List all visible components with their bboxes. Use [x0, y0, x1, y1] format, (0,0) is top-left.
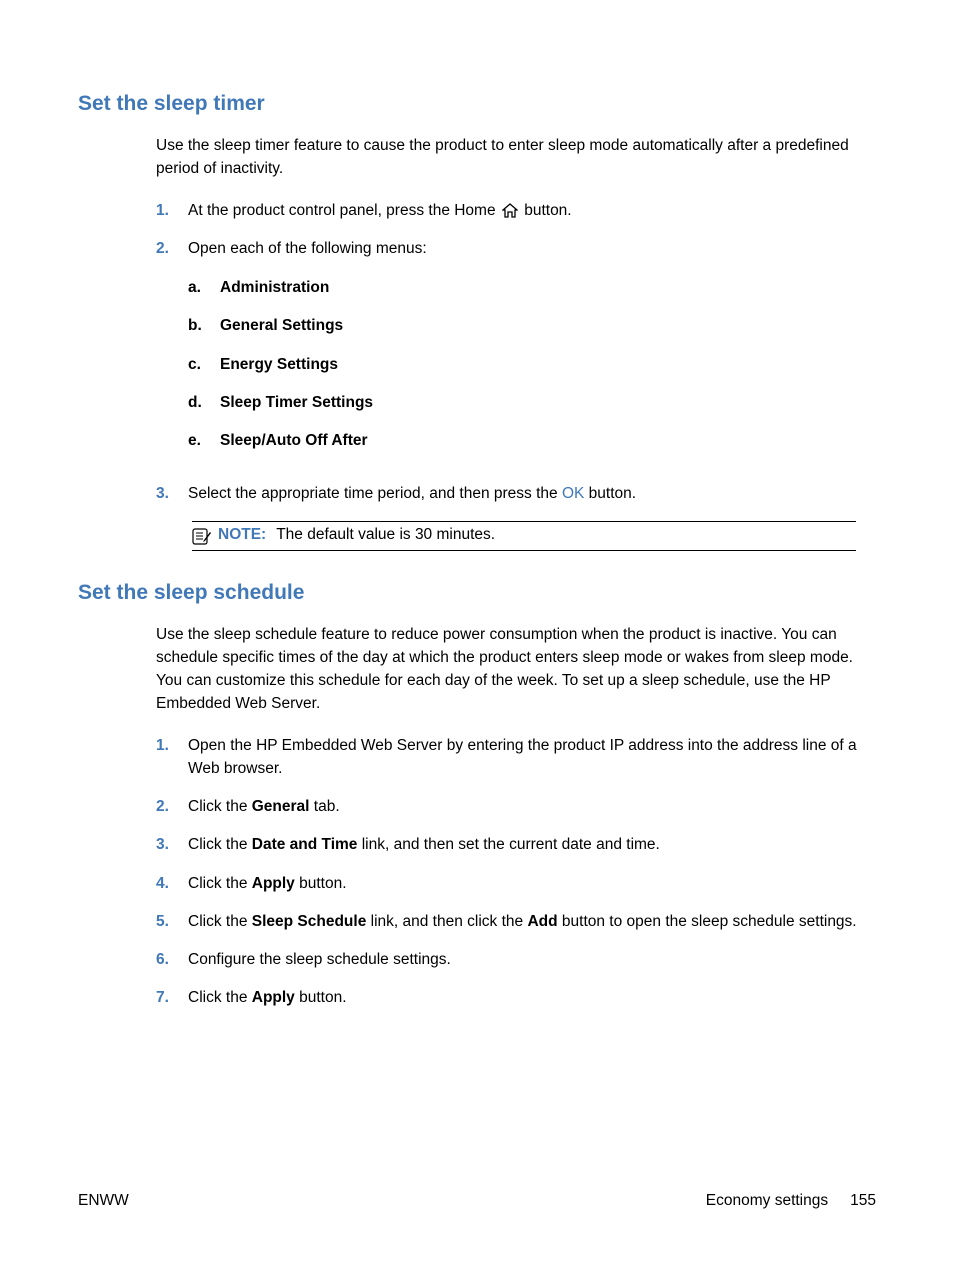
s2-step-5-bold2: Add — [527, 913, 557, 930]
s2-step-4-bold: Apply — [252, 875, 295, 892]
s2-step-2-bold: General — [252, 798, 310, 815]
step-1: 1. At the product control panel, press t… — [156, 199, 866, 222]
s2-step-5-mid: link, and then click the — [366, 913, 527, 930]
home-icon — [502, 203, 518, 218]
s2-step-7-content: Click the Apply button. — [188, 986, 866, 1009]
s2-step-2-pre: Click the — [188, 798, 252, 815]
step-2-text: Open each of the following menus: — [188, 240, 427, 257]
page-footer: ENWW Economy settings 155 — [78, 1192, 876, 1210]
submenu-e-text: Sleep/Auto Off After — [220, 429, 368, 452]
submenu-e: e.Sleep/Auto Off After — [188, 429, 866, 452]
s2-step-7-post: button. — [295, 989, 347, 1006]
s2-step-5-content: Click the Sleep Schedule link, and then … — [188, 910, 866, 933]
s2-step-7: 7. Click the Apply button. — [156, 986, 866, 1009]
footer-left: ENWW — [78, 1192, 129, 1210]
submenu-b: b.General Settings — [188, 314, 866, 337]
s2-step-3-content: Click the Date and Time link, and then s… — [188, 833, 866, 856]
note-icon — [192, 527, 212, 545]
submenu-d: d.Sleep Timer Settings — [188, 391, 866, 414]
s2-marker-7: 7. — [156, 986, 188, 1009]
s2-step-2-content: Click the General tab. — [188, 795, 866, 818]
step-1-pre: At the product control panel, press the … — [188, 202, 500, 219]
step-3-post: button. — [584, 485, 636, 502]
s2-step-6-text: Configure the sleep schedule settings. — [188, 948, 866, 971]
marker-b: b. — [188, 314, 220, 337]
note-box: NOTE: The default value is 30 minutes. — [192, 521, 856, 551]
s2-marker-1: 1. — [156, 734, 188, 757]
s2-step-3: 3. Click the Date and Time link, and the… — [156, 833, 866, 856]
footer-right: Economy settings 155 — [706, 1192, 876, 1210]
s2-step-4-post: button. — [295, 875, 347, 892]
submenu-d-text: Sleep Timer Settings — [220, 391, 373, 414]
s2-step-2: 2. Click the General tab. — [156, 795, 866, 818]
intro-sleep-schedule: Use the sleep schedule feature to reduce… — [156, 623, 866, 716]
s2-step-5: 5. Click the Sleep Schedule link, and th… — [156, 910, 866, 933]
marker-d: d. — [188, 391, 220, 414]
submenu-c: c.Energy Settings — [188, 353, 866, 376]
step-3-content: Select the appropriate time period, and … — [188, 482, 866, 505]
step-3-pre: Select the appropriate time period, and … — [188, 485, 562, 502]
marker-c: c. — [188, 353, 220, 376]
step-3: 3. Select the appropriate time period, a… — [156, 482, 866, 505]
heading-sleep-timer: Set the sleep timer — [78, 92, 876, 116]
marker-2: 2. — [156, 237, 188, 260]
s2-marker-2: 2. — [156, 795, 188, 818]
s2-marker-4: 4. — [156, 872, 188, 895]
step-1-content: At the product control panel, press the … — [188, 199, 866, 222]
s2-step-3-bold: Date and Time — [252, 836, 358, 853]
submenu-a-text: Administration — [220, 276, 329, 299]
heading-sleep-schedule: Set the sleep schedule — [78, 581, 876, 605]
intro-sleep-timer: Use the sleep timer feature to cause the… — [156, 134, 866, 181]
s2-step-2-post: tab. — [309, 798, 339, 815]
step-1-post: button. — [520, 202, 572, 219]
s2-step-4-pre: Click the — [188, 875, 252, 892]
s2-marker-5: 5. — [156, 910, 188, 933]
submenu-list: a.Administration b.General Settings c.En… — [188, 276, 866, 452]
steps-sleep-schedule: 1. Open the HP Embedded Web Server by en… — [156, 734, 866, 1010]
footer-page-number: 155 — [850, 1192, 876, 1210]
s2-step-4-content: Click the Apply button. — [188, 872, 866, 895]
submenu-b-text: General Settings — [220, 314, 343, 337]
marker-e: e. — [188, 429, 220, 452]
s2-step-5-bold1: Sleep Schedule — [252, 913, 367, 930]
submenu-a: a.Administration — [188, 276, 866, 299]
s2-step-3-pre: Click the — [188, 836, 252, 853]
s2-step-7-bold: Apply — [252, 989, 295, 1006]
s2-step-5-post: button to open the sleep schedule settin… — [558, 913, 857, 930]
ok-label: OK — [562, 485, 584, 502]
s2-step-5-pre: Click the — [188, 913, 252, 930]
s2-step-4: 4. Click the Apply button. — [156, 872, 866, 895]
s2-marker-6: 6. — [156, 948, 188, 971]
s2-step-6: 6. Configure the sleep schedule settings… — [156, 948, 866, 971]
step-2: 2. Open each of the following menus: a.A… — [156, 237, 866, 468]
s2-step-3-post: link, and then set the current date and … — [357, 836, 659, 853]
s2-step-1-text: Open the HP Embedded Web Server by enter… — [188, 734, 866, 781]
note-label: NOTE: — [218, 526, 266, 544]
s2-step-7-pre: Click the — [188, 989, 252, 1006]
s2-marker-3: 3. — [156, 833, 188, 856]
steps-sleep-timer: 1. At the product control panel, press t… — [156, 199, 866, 551]
marker-a: a. — [188, 276, 220, 299]
marker-3: 3. — [156, 482, 188, 505]
footer-section: Economy settings — [706, 1192, 828, 1210]
note-text: The default value is 30 minutes. — [276, 526, 495, 544]
s2-step-1: 1. Open the HP Embedded Web Server by en… — [156, 734, 866, 781]
marker-1: 1. — [156, 199, 188, 222]
step-2-content: Open each of the following menus: a.Admi… — [188, 237, 866, 468]
submenu-c-text: Energy Settings — [220, 353, 338, 376]
